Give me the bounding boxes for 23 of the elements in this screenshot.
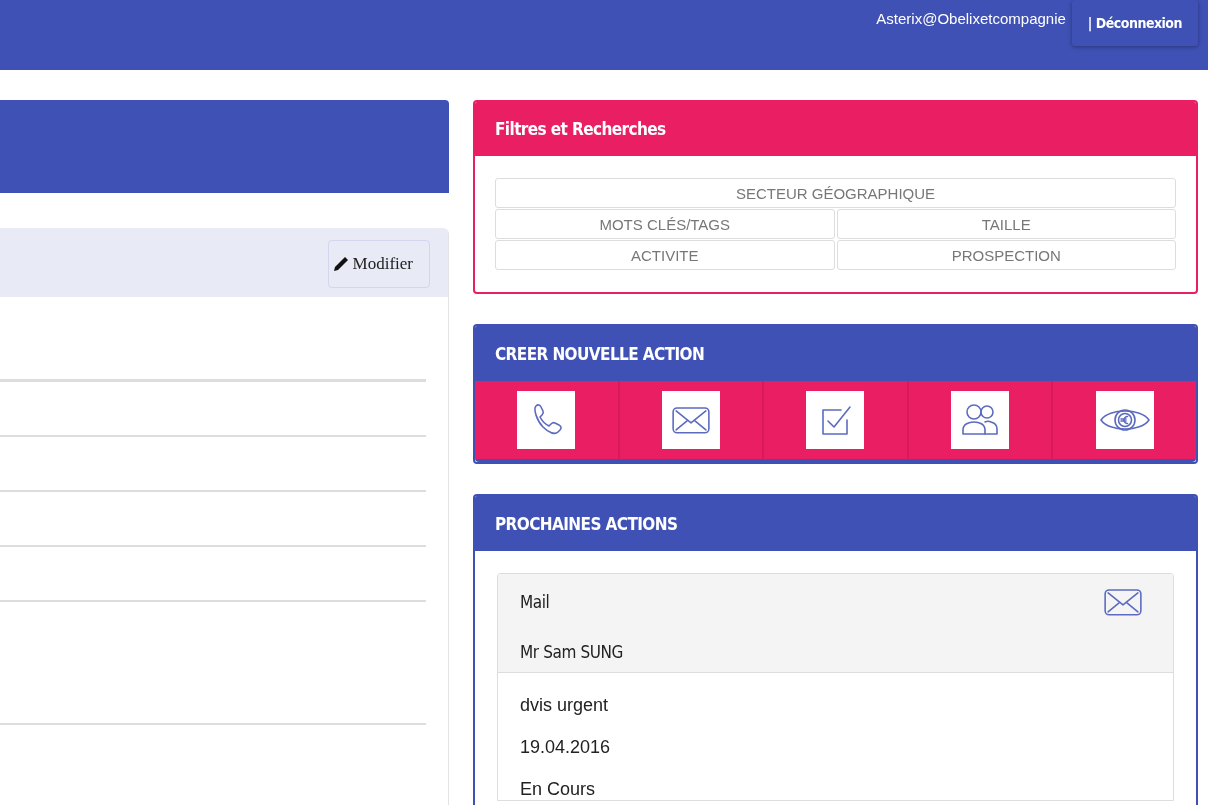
filter-button[interactable]: PROSPECTION [836, 240, 1176, 270]
panel-title: CREER NOUVELLE ACTION [475, 326, 1196, 381]
panel-title: Filtres et Recherches [475, 102, 1196, 156]
action-detail: dvis urgent [520, 695, 610, 716]
action-button[interactable] [806, 391, 865, 449]
panel-title: PROCHAINES ACTIONS [475, 496, 1196, 551]
filter-button[interactable]: SECTEUR GÉOGRAPHIQUE [495, 178, 1176, 208]
logout-button[interactable]: | Déconnexion [1071, 0, 1198, 46]
envelope-icon [1103, 588, 1143, 617]
action-button[interactable] [951, 391, 1010, 449]
filter-button[interactable]: MOTS CLÉS/TAGS [495, 209, 835, 239]
action-button[interactable] [1095, 391, 1154, 449]
filter-button[interactable]: ACTIVITE [495, 240, 835, 270]
envelope-icon [670, 405, 711, 435]
contact-name: Mr Sam SUNG [520, 642, 623, 662]
user-email: Asterix@Obelixetcompagnie [876, 10, 1066, 27]
action-button[interactable] [517, 391, 576, 449]
action-type: Mail [520, 592, 550, 612]
action-button[interactable] [661, 391, 720, 449]
action-detail: En Cours [520, 779, 597, 800]
filter-button[interactable]: TAILLE [836, 209, 1176, 239]
action-detail: 19.04.2016 [520, 737, 612, 758]
edit-button[interactable]: Modifier [327, 240, 430, 288]
